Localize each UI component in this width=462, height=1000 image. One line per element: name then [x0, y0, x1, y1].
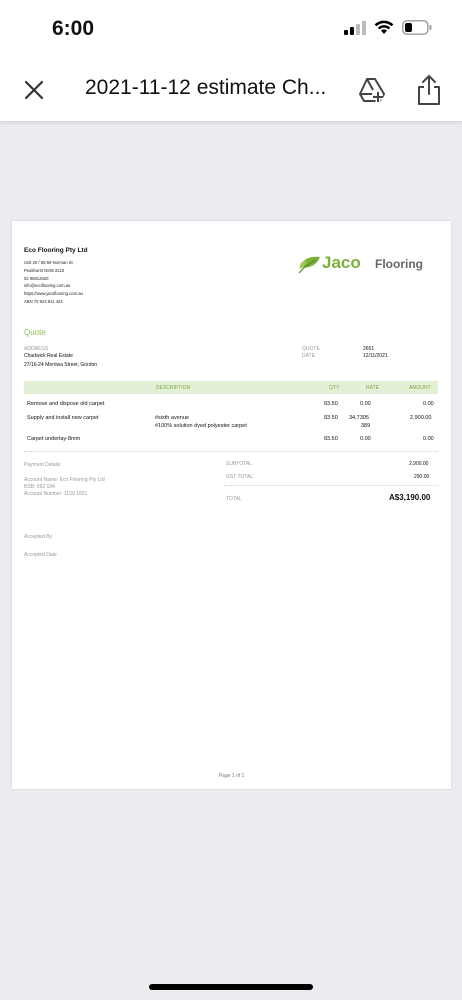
wifi-icon: [374, 20, 394, 34]
row-amount: 0.00: [423, 436, 434, 442]
payment-account-name: Account Name: Eco Flooring Pty Ltd: [24, 477, 105, 483]
company-email: info@ecoflooring.com.au: [24, 283, 71, 289]
logo-brand: Jaco: [322, 253, 361, 272]
gst-label: GST TOTAL: [226, 474, 254, 480]
address-line-1: Chadwick Real Estate: [24, 353, 73, 359]
row-amount: 0.00: [423, 401, 434, 407]
row-rate-2: 389: [361, 423, 371, 429]
row-item: Supply and install new carpet: [27, 415, 99, 421]
page-number: Page 1 of 1: [218, 773, 245, 779]
document-page: Eco Flooring Pty Ltd Unit 20 / 55-59 Nor…: [12, 221, 451, 789]
row-rate: 34.7305: [349, 415, 369, 421]
row-rate: 0.00: [360, 401, 371, 407]
row-qty: 83.50: [324, 436, 338, 442]
payment-label: Payment Details: [24, 462, 61, 468]
address-line-2: 27/16-24 Merriwa Street, Gordon: [24, 362, 98, 368]
company-phone: 02 95812620: [24, 275, 49, 281]
payment-account-number: Account Number: 1159 1821: [24, 491, 88, 497]
subtotal-label: SUBTOTAL: [226, 461, 252, 467]
quote-number-label: QUOTE: [302, 346, 320, 352]
col-amount: AMOUNT: [409, 385, 431, 391]
share-icon: [418, 75, 440, 105]
gst-value: 290.00: [414, 474, 430, 480]
quote-heading: Quote: [24, 328, 46, 337]
col-description: DESCRIPTION: [156, 385, 191, 391]
address-label: ADDRESS: [24, 346, 49, 352]
home-indicator[interactable]: [149, 984, 313, 990]
add-to-drive-icon: [359, 78, 385, 102]
company-name: Eco Flooring Pty Ltd: [24, 247, 88, 254]
logo-word: Flooring: [375, 257, 423, 271]
row-item: Remove and dispose old carpet: [27, 401, 105, 407]
row-rate: 0.00: [360, 436, 371, 442]
row-qty: 83.50: [324, 401, 338, 407]
company-abn: ABN 70 623 811 423: [24, 298, 63, 304]
document-title: 2021-11-12 estimate Ch...: [85, 76, 325, 99]
totals-divider: [224, 485, 438, 486]
status-bar: 6:00: [0, 0, 462, 60]
company-suburb-line: Peakhurst NSW 2210: [24, 267, 65, 273]
accepted-by-label: Accepted By: [24, 534, 53, 540]
leaf-icon: [298, 256, 320, 274]
close-button[interactable]: [20, 76, 48, 104]
accepted-date-label: Accepted Date: [24, 552, 57, 558]
signal-icon: [344, 20, 366, 35]
viewer-toolbar: 2021-11-12 estimate Ch...: [0, 60, 462, 122]
company-logo: Jaco Flooring: [298, 251, 433, 277]
subtotal-value: 2,900.00: [409, 461, 429, 467]
company-address-line: Unit 20 / 55-59 Norman St: [24, 260, 73, 265]
date-label: DATE: [302, 353, 315, 359]
company-details: Unit 20 / 55-59 Norman St Peakhurst NSW …: [24, 259, 83, 306]
close-icon: [24, 80, 44, 100]
total-label: TOTAL: [226, 496, 242, 502]
row-description: #sixth avenue: [155, 415, 189, 421]
table-header: DESCRIPTION QTY RATE AMOUNT: [24, 381, 438, 394]
col-qty: QTY: [329, 385, 340, 391]
status-time: 6:00: [52, 17, 95, 40]
payment-bsb: BSB: 062 184: [24, 484, 55, 490]
battery-icon: [402, 20, 432, 35]
table-divider: [24, 451, 438, 452]
row-item: Carpet underlay-8mm: [27, 436, 81, 442]
quote-date: 12/11/2021: [363, 353, 388, 359]
row-amount: 2,900.00: [410, 415, 432, 421]
row-qty: 83.50: [324, 415, 338, 421]
col-rate: RATE: [366, 385, 379, 391]
total-value: A$3,190.00: [389, 493, 431, 502]
share-button[interactable]: [414, 73, 444, 107]
status-icons: [344, 20, 432, 35]
add-to-drive-button[interactable]: [356, 74, 388, 106]
quote-number: 2651: [363, 346, 375, 352]
row-description-2: #100% solution dyed polyester carpet: [155, 423, 247, 429]
company-website: https://www.jacoflooring.com.au: [24, 291, 83, 297]
